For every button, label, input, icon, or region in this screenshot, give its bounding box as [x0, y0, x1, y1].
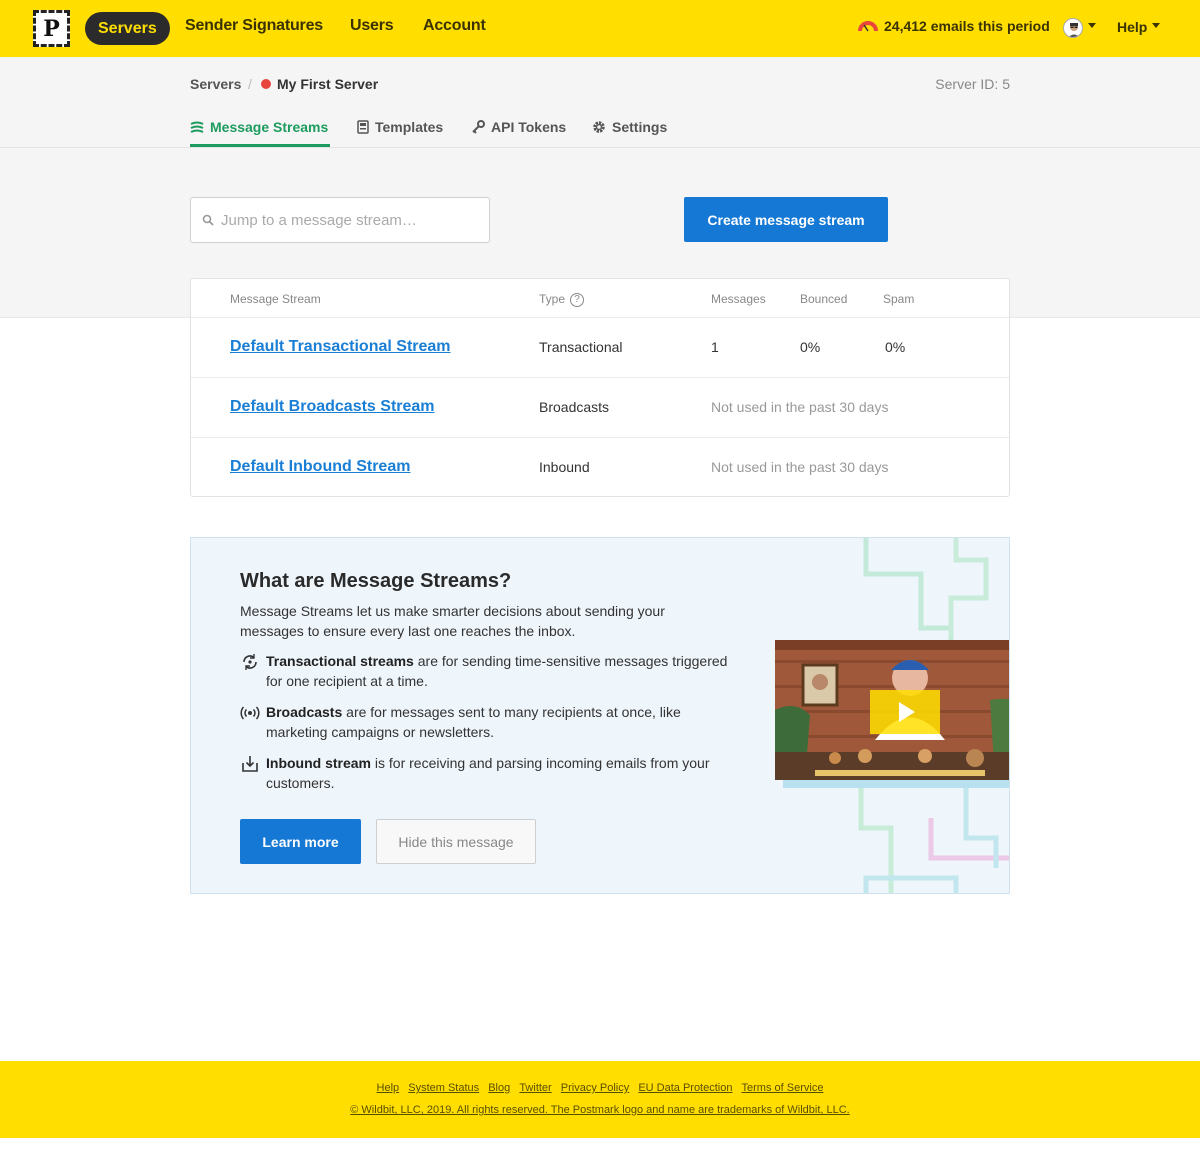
info-bullet-inbound: Inbound stream is for receiving and pars…	[240, 753, 730, 793]
video-thumbnail[interactable]	[775, 640, 1010, 788]
nav-servers[interactable]: Servers	[85, 12, 170, 45]
tab-label: API Tokens	[491, 119, 567, 135]
learn-more-button[interactable]: Learn more	[240, 819, 361, 864]
tab-api-tokens[interactable]: API Tokens	[471, 119, 566, 135]
footer-link-system-status[interactable]: System Status	[408, 1082, 479, 1094]
info-intro: Message Streams let us make smarter deci…	[240, 603, 665, 639]
stream-search[interactable]	[190, 197, 490, 243]
header-stream: Message Stream	[230, 292, 321, 306]
footer-link-help[interactable]: Help	[377, 1082, 400, 1094]
broadcast-icon	[240, 706, 260, 720]
footer-link-privacy-policy[interactable]: Privacy Policy	[561, 1082, 629, 1094]
nav-account[interactable]: Account	[423, 17, 486, 35]
stream-type: Transactional	[539, 339, 623, 355]
top-nav: P Servers Sender Signatures Users Accoun…	[0, 0, 1200, 57]
tab-label: Settings	[612, 119, 668, 135]
footer-link-eu-data-protection[interactable]: EU Data Protection	[638, 1082, 732, 1094]
footer-links: Help System Status Blog Twitter Privacy …	[0, 1082, 1200, 1094]
streams-icon	[190, 121, 204, 133]
server-status-dot	[261, 79, 271, 89]
search-icon	[202, 214, 214, 226]
user-icon	[1068, 23, 1080, 37]
nav-sender-signatures[interactable]: Sender Signatures	[185, 17, 323, 35]
stream-link[interactable]: Default Inbound Stream	[230, 458, 410, 476]
breadcrumb-separator: /	[248, 76, 252, 92]
stream-spam: 0%	[885, 339, 906, 355]
message-streams-info-panel: What are Message Streams? Message Stream…	[190, 537, 1010, 894]
header-type: Type?	[539, 292, 585, 307]
postmark-logo[interactable]: P	[33, 10, 70, 47]
tab-settings[interactable]: Settings	[592, 119, 667, 135]
stream-messages: 1	[711, 339, 719, 355]
footer-link-blog[interactable]: Blog	[488, 1082, 510, 1094]
header-messages: Messages	[711, 292, 766, 306]
info-bullet-broadcasts: Broadcasts are for messages sent to many…	[240, 702, 730, 742]
footer-link-terms[interactable]: Terms of Service	[742, 1082, 824, 1094]
help-circle-icon[interactable]: ?	[570, 292, 585, 307]
table-row: Default Transactional Stream Transaction…	[191, 317, 1009, 377]
sync-icon	[243, 654, 257, 670]
gauge-icon	[858, 21, 878, 32]
table-row: Default Broadcasts Stream Broadcasts Not…	[191, 377, 1009, 437]
footer-copyright[interactable]: © Wildbit, LLC, 2019. All rights reserve…	[0, 1104, 1200, 1116]
stream-type: Inbound	[539, 459, 590, 475]
usage-text: 24,412 emails this period	[884, 18, 1050, 34]
bullet-term: Inbound stream	[266, 755, 372, 771]
info-title: What are Message Streams?	[240, 570, 512, 592]
stream-bounced: 0%	[800, 339, 821, 355]
avatar-chevron-down-icon[interactable]	[1088, 23, 1096, 28]
bullet-term: Broadcasts	[266, 704, 343, 720]
server-id: Server ID: 5	[935, 76, 1010, 92]
table-row: Default Inbound Stream Inbound Not used …	[191, 437, 1009, 497]
help-label: Help	[1117, 19, 1148, 35]
help-menu[interactable]: Help	[1117, 19, 1147, 35]
logo-letter: P	[43, 15, 60, 42]
templates-icon	[357, 120, 369, 134]
key-icon	[472, 120, 485, 134]
breadcrumb-current-server: My First Server	[277, 76, 379, 92]
create-stream-button[interactable]: Create message stream	[684, 197, 888, 242]
stream-usage-note: Not used in the past 30 days	[711, 459, 889, 475]
usage-indicator[interactable]: 24,412 emails this period	[858, 18, 1050, 34]
inbox-download-icon	[242, 756, 258, 772]
hide-message-button[interactable]: Hide this message	[376, 819, 536, 864]
stream-link[interactable]: Default Broadcasts Stream	[230, 398, 435, 416]
help-chevron-down-icon[interactable]	[1152, 23, 1160, 28]
tab-templates[interactable]: Templates	[357, 119, 443, 135]
tab-label: Message Streams	[210, 119, 329, 135]
streams-table: Message Stream Type? Messages Bounced Sp…	[190, 278, 1010, 497]
stream-link[interactable]: Default Transactional Stream	[230, 338, 451, 356]
search-input[interactable]	[221, 211, 471, 229]
stream-type: Broadcasts	[539, 399, 610, 415]
header-type-label: Type	[539, 292, 566, 306]
tab-label: Templates	[375, 119, 444, 135]
breadcrumb-servers[interactable]: Servers	[190, 76, 241, 92]
active-tab-indicator	[190, 144, 330, 147]
info-bullet-transactional: Transactional streams are for sending ti…	[240, 651, 730, 691]
bullet-term: Transactional streams	[266, 653, 414, 669]
header-bounced: Bounced	[800, 292, 848, 306]
stream-usage-note: Not used in the past 30 days	[711, 399, 889, 415]
gear-icon	[593, 121, 605, 133]
footer-link-twitter[interactable]: Twitter	[519, 1082, 551, 1094]
header-spam: Spam	[883, 292, 915, 306]
tabs-divider	[0, 147, 1200, 148]
nav-users[interactable]: Users	[350, 17, 394, 35]
avatar[interactable]	[1063, 18, 1083, 38]
tab-message-streams[interactable]: Message Streams	[190, 119, 328, 135]
footer: Help System Status Blog Twitter Privacy …	[0, 1061, 1200, 1138]
